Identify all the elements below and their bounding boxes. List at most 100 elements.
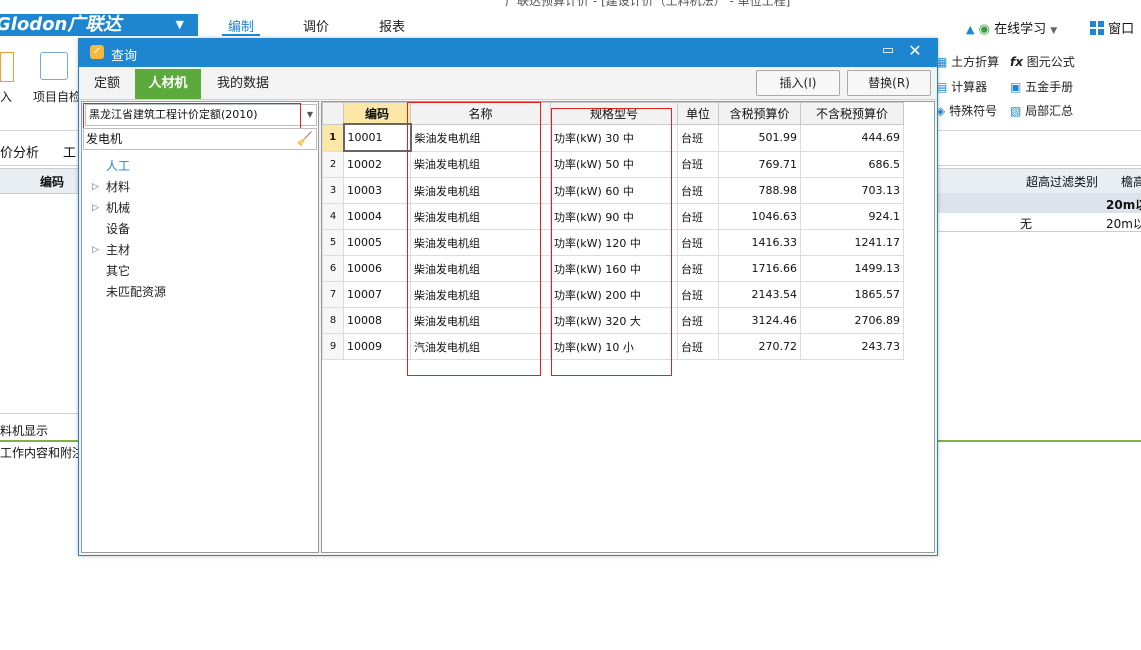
menu-adjust-price[interactable]: 调价 [303,16,329,35]
price-notax-cell[interactable]: 444.69 [800,123,904,152]
code-cell[interactable]: 10001 [342,123,412,152]
expand-triangle-icon[interactable]: ▷ [92,240,99,261]
unit-cell[interactable]: 台班 [677,333,719,360]
price-notax-column-header[interactable]: 不含税预算价 [800,102,904,125]
main-grid-row[interactable]: 20m以 [936,193,1141,213]
tree-item-other[interactable]: 其它 [90,261,310,282]
search-input[interactable]: 发电机 🧹 [83,128,317,150]
row-number[interactable]: 3 [322,177,344,204]
ribbon-calculator[interactable]: ▤ 计算器 [936,78,987,95]
table-row[interactable]: 7 10007 柴油发电机组 功率(kW) 200 中台班 2143.54 1865.57 [322,281,904,308]
code-cell[interactable]: 10005 [343,229,411,256]
table-row[interactable]: 9 10009 汽油发电机组 功率(kW) 10 小台班 270.72 243.73 [322,333,904,360]
tree-item-material[interactable]: ▷ 材料 [90,177,310,198]
row-number[interactable]: 2 [322,150,344,178]
quota-library-select[interactable]: 黑龙江省建筑工程计价定额(2010) ▼ [85,104,317,126]
ribbon-special-symbol[interactable]: ◈ 特殊符号 [936,102,997,119]
code-cell[interactable]: 10006 [343,255,411,282]
chevron-down-icon[interactable]: ▼ [307,105,313,125]
name-cell[interactable]: 汽油发电机组 [410,333,551,360]
spec-cell[interactable]: 功率(kW) 120 中 [550,229,678,256]
chevron-down-icon[interactable]: ▼ [176,14,184,36]
table-row[interactable]: 6 10006 柴油发电机组 功率(kW) 160 中台班 1716.66 1499.13 [322,255,904,282]
spec-cell[interactable]: 功率(kW) 200 中 [550,281,678,308]
menu-edit[interactable]: 编制 [221,16,261,36]
price-notax-cell[interactable]: 1865.57 [800,281,904,308]
tab-labor-material-machine[interactable]: 人材机 [135,69,201,99]
name-cell[interactable]: 柴油发电机组 [410,229,551,256]
unit-cell[interactable]: 台班 [677,150,719,178]
price-notax-cell[interactable]: 686.5 [800,150,904,178]
unit-cell[interactable]: 台班 [677,281,719,308]
maximize-icon[interactable]: ▭ [881,44,895,58]
menu-report[interactable]: 报表 [379,16,405,35]
window-menu[interactable]: 窗口 [1090,18,1134,37]
price-tax-cell[interactable]: 3124.46 [718,307,801,334]
code-cell[interactable]: 10008 [343,307,411,334]
tab-material-display[interactable]: 料机显示 [0,422,48,439]
spec-cell[interactable]: 功率(kW) 50 中 [550,150,678,178]
code-cell[interactable]: 10002 [343,150,411,178]
spec-cell[interactable]: 功率(kW) 60 中 [550,177,678,204]
unit-cell[interactable]: 台班 [677,203,719,230]
name-cell[interactable]: 柴油发电机组 [410,255,551,282]
main-grid-row[interactable]: 无 20m以下 [936,213,1141,232]
chevron-down-icon[interactable]: ▼ [1050,26,1057,36]
tree-item-main-material[interactable]: ▷ 主材 [90,240,310,261]
expand-triangle-icon[interactable]: ▷ [92,177,99,198]
price-notax-cell[interactable]: 2706.89 [800,307,904,334]
replace-button[interactable]: 替换(R) [847,70,931,96]
expand-triangle-icon[interactable]: ▷ [92,198,99,219]
tree-item-equipment[interactable]: 设备 [90,219,310,240]
close-icon[interactable]: ✕ [907,43,923,59]
work-content-note[interactable]: 工作内容和附注 [0,444,84,461]
price-notax-cell[interactable]: 1241.17 [800,229,904,256]
ribbon-earthwork[interactable]: ▦ 土方折算 [936,53,999,70]
price-tax-cell[interactable]: 2143.54 [718,281,801,308]
price-notax-cell[interactable]: 924.1 [800,203,904,230]
price-notax-cell[interactable]: 703.13 [800,177,904,204]
insert-button[interactable]: 插入(I) [756,70,840,96]
tab-my-data[interactable]: 我的数据 [205,69,281,99]
price-notax-cell[interactable]: 243.73 [800,333,904,360]
ribbon-hardware-manual[interactable]: ▣ 五金手册 [1010,78,1073,95]
row-number[interactable]: 4 [322,203,344,230]
unit-cell[interactable]: 台班 [677,255,719,282]
tab-quota[interactable]: 定额 [83,69,131,99]
ribbon-project-check[interactable]: 项目自检 [33,88,81,105]
row-number[interactable]: 6 [322,255,344,282]
price-tax-cell[interactable]: 1716.66 [718,255,801,282]
overheight-filter-header[interactable]: 超高过滤类别 [1026,173,1098,190]
code-cell[interactable]: 10003 [343,177,411,204]
unit-column-header[interactable]: 单位 [677,102,719,125]
code-column-header[interactable]: 编码 [40,173,64,190]
ribbon-import-label[interactable]: 入 [0,88,12,105]
tree-item-unmatched[interactable]: 未匹配资源 [90,282,310,303]
spec-column-header[interactable]: 规格型号 [550,102,678,125]
price-tax-column-header[interactable]: 含税预算价 [718,102,801,125]
name-cell[interactable]: 柴油发电机组 [410,177,551,204]
price-tax-cell[interactable]: 788.98 [718,177,801,204]
unit-cell[interactable]: 台班 [677,177,719,204]
name-cell[interactable]: 柴油发电机组 [410,281,551,308]
table-row[interactable]: 1 10001 柴油发电机组 功率(kW) 30 中台班 501.99 444.69 [322,123,904,152]
price-tax-cell[interactable]: 769.71 [718,150,801,178]
spec-cell[interactable]: 功率(kW) 10 小 [550,333,678,360]
tree-item-machinery[interactable]: ▷ 机械 [90,198,310,219]
eave-height-header[interactable]: 檐高 [1121,173,1141,190]
name-cell[interactable]: 柴油发电机组 [410,150,551,178]
tab-price-analysis[interactable]: 价分析 [0,142,39,161]
row-number[interactable]: 7 [322,281,344,308]
table-row[interactable]: 2 10002 柴油发电机组 功率(kW) 50 中台班 769.71 686.5 [322,150,904,178]
code-cell[interactable]: 10007 [343,281,411,308]
dialog-titlebar[interactable]: ✓ 查询 ▭ ✕ [79,39,937,67]
row-number[interactable]: 1 [322,123,344,152]
price-tax-cell[interactable]: 1416.33 [718,229,801,256]
unit-cell[interactable]: 台班 [677,307,719,334]
brand-logo[interactable]: Glodon广联达 ▼ [0,14,198,36]
price-tax-cell[interactable]: 501.99 [718,123,801,152]
code-cell[interactable]: 10009 [343,333,411,360]
price-tax-cell[interactable]: 270.72 [718,333,801,360]
price-notax-cell[interactable]: 1499.13 [800,255,904,282]
chevron-up-icon[interactable]: ▲ [966,23,974,36]
